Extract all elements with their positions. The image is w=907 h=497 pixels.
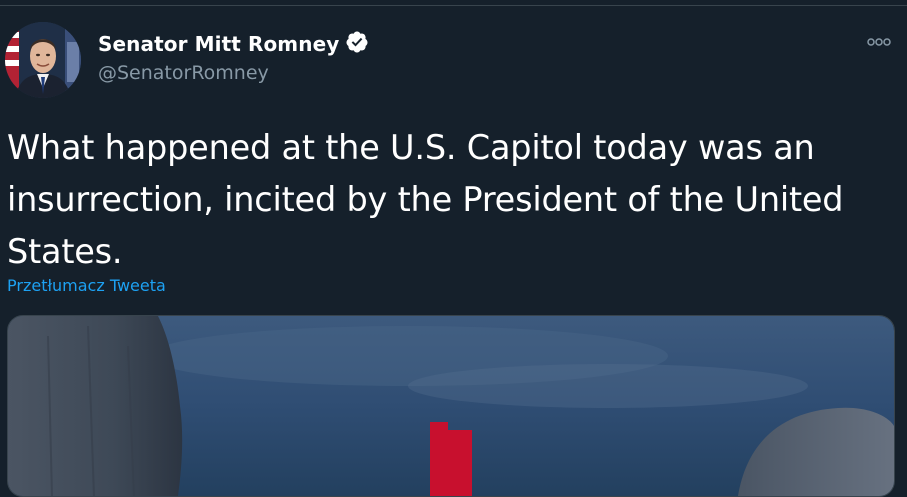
tweet-media-image[interactable] — [7, 315, 895, 497]
author-handle[interactable]: @SenatorRomney — [98, 62, 269, 84]
author-name[interactable]: Senator Mitt Romney — [98, 32, 339, 56]
tweet-text: What happened at the U.S. Capitol today … — [7, 128, 844, 271]
verified-badge-icon — [345, 30, 369, 58]
top-divider — [0, 0, 907, 6]
translate-tweet-link[interactable]: Przetłumacz Tweeta — [7, 276, 166, 295]
author-name-row[interactable]: Senator Mitt Romney — [98, 30, 369, 58]
media-picture — [8, 316, 894, 496]
more-options-icon[interactable] — [866, 30, 892, 50]
avatar-image — [5, 22, 81, 98]
author-avatar[interactable] — [5, 22, 81, 98]
